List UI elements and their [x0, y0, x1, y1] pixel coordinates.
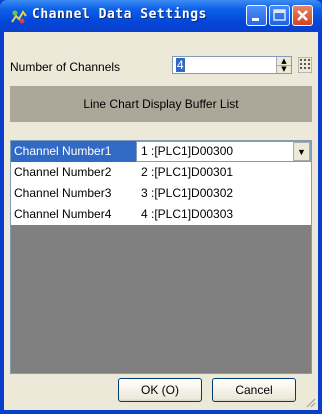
- maximize-button[interactable]: [269, 5, 290, 26]
- keypad-icon[interactable]: [298, 57, 312, 73]
- ok-button[interactable]: OK (O): [118, 378, 202, 402]
- channel-buffer-dropdown[interactable]: 1 :[PLC1]D00300 ▼: [136, 141, 311, 162]
- channel-buffer-value[interactable]: 4 :[PLC1]D00303: [141, 204, 233, 224]
- channel-list[interactable]: Channel Number1 1 :[PLC1]D00300 ▼ Channe…: [10, 140, 312, 374]
- app-icon: [11, 10, 27, 24]
- minimize-button[interactable]: [246, 5, 267, 26]
- maximize-icon: [273, 9, 286, 21]
- channel-buffer-value[interactable]: 3 :[PLC1]D00302: [141, 183, 233, 203]
- spin-down-button[interactable]: ▼: [277, 65, 291, 73]
- channel-name[interactable]: Channel Number2: [11, 162, 136, 183]
- buffer-list-header: Line Chart Display Buffer List: [10, 86, 312, 122]
- cancel-button[interactable]: Cancel: [212, 378, 296, 402]
- channel-name[interactable]: Channel Number3: [11, 183, 136, 204]
- num-channels-label: Number of Channels: [10, 60, 121, 74]
- channel-row[interactable]: Channel Number4 4 :[PLC1]D00303: [11, 204, 311, 225]
- num-channels-input[interactable]: 4 ▲ ▼: [172, 56, 292, 74]
- channel-row[interactable]: Channel Number1 1 :[PLC1]D00300 ▼: [11, 141, 311, 162]
- close-button[interactable]: [292, 5, 313, 26]
- window-title: Channel Data Settings: [32, 7, 207, 22]
- channel-buffer-value: 1 :[PLC1]D00300: [141, 144, 234, 158]
- resize-grip-icon[interactable]: [304, 396, 316, 408]
- channel-row[interactable]: Channel Number2 2 :[PLC1]D00301: [11, 162, 311, 183]
- dialog-client-area: Number of Channels 4 ▲ ▼ Line Chart Disp…: [4, 32, 318, 410]
- channel-name[interactable]: Channel Number4: [11, 204, 136, 225]
- dialog-window: Channel Data Settings Number of Channels…: [0, 0, 322, 414]
- title-bar[interactable]: Channel Data Settings: [0, 0, 322, 32]
- spin-icon[interactable]: ▲ ▼: [276, 57, 291, 73]
- channel-buffer-value[interactable]: 2 :[PLC1]D00301: [141, 162, 233, 182]
- channel-row[interactable]: Channel Number3 3 :[PLC1]D00302: [11, 183, 311, 204]
- num-channels-value[interactable]: 4: [176, 58, 185, 72]
- channel-name[interactable]: Channel Number1: [11, 141, 136, 162]
- close-icon: [297, 10, 308, 21]
- minimize-icon: [252, 18, 259, 21]
- chevron-down-icon[interactable]: ▼: [293, 142, 310, 161]
